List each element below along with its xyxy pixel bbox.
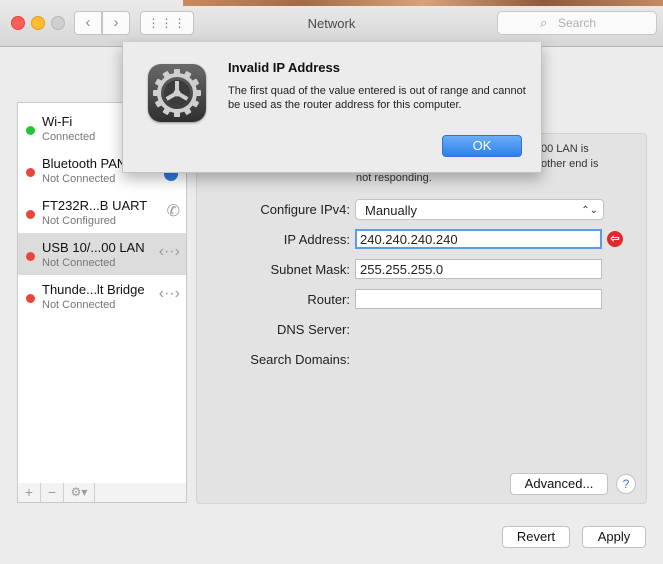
configure-ipv4-value: Manually (365, 203, 418, 218)
gear-menu-button[interactable]: ⚙▾ (64, 483, 95, 502)
service-name: USB 10/...00 LAN (42, 240, 145, 255)
status-dot-connected (26, 126, 35, 135)
status-dot-disconnected (26, 210, 35, 219)
subnet-mask-label: Subnet Mask: (270, 262, 351, 277)
search-placeholder: Search (558, 16, 597, 30)
status-text-line1: 00 LAN is (541, 143, 589, 155)
search-icon: ⌕ (540, 15, 548, 30)
updown-arrows-icon: ⌃⌄ (581, 205, 598, 216)
ethernet-arrows-icon: ‹··› (158, 285, 180, 302)
status-dot-disconnected (26, 168, 35, 177)
remove-service-button[interactable]: − (41, 483, 64, 502)
subnet-mask-value: 255.255.255.0 (360, 262, 444, 277)
search-field[interactable]: ⌕ Search (497, 11, 657, 35)
service-status: Not Connected (42, 257, 116, 269)
service-item-thunderbolt-bridge[interactable]: Thunde...lt Bridge Not Connected ‹··› (18, 275, 186, 317)
dialog-message: The first quad of the value entered is o… (228, 85, 526, 111)
help-button[interactable]: ? (616, 474, 636, 494)
status-text-line2: other end is (541, 158, 599, 170)
service-status: Connected (42, 131, 96, 143)
ethernet-arrows-icon: ‹··› (158, 243, 180, 260)
service-name: Thunde...lt Bridge (42, 282, 145, 297)
ip-address-field[interactable]: 240.240.240.240 (355, 229, 602, 249)
configure-ipv4-select[interactable]: Manually ⌃⌄ (355, 199, 604, 220)
router-field[interactable] (355, 289, 602, 309)
ip-address-value: 240.240.240.240 (360, 232, 458, 247)
router-label: Router: (307, 292, 350, 307)
add-service-button[interactable]: + (18, 483, 41, 502)
dialog-title: Invalid IP Address (228, 60, 340, 75)
apply-button[interactable]: Apply (582, 526, 646, 548)
desktop-wallpaper-strip (183, 0, 663, 6)
service-status: Not Configured (42, 215, 116, 227)
error-arrow-icon: ⇦ (607, 231, 623, 247)
alert-dialog: Invalid IP Address The first quad of the… (122, 42, 542, 173)
service-status: Not Connected (42, 299, 116, 311)
service-name: Wi-Fi (42, 114, 73, 129)
phone-modem-icon: ✆ (166, 203, 180, 220)
title-bar: ‹ › ⋮⋮⋮ Network ⌕ Search (0, 0, 663, 47)
service-config-panel (196, 133, 647, 504)
status-dot-disconnected (26, 252, 35, 261)
advanced-button[interactable]: Advanced... (510, 473, 608, 495)
dns-server-label: DNS Server: (277, 322, 350, 337)
configure-ipv4-label: Configure IPv4: (260, 202, 350, 217)
service-item-usb-lan[interactable]: USB 10/...00 LAN Not Connected ‹··› (18, 233, 186, 275)
ok-button[interactable]: OK (442, 135, 522, 157)
search-domains-label: Search Domains: (250, 352, 350, 367)
service-list-toolbar: + − ⚙▾ (17, 483, 187, 503)
ip-address-label: IP Address: (283, 232, 350, 247)
subnet-mask-field[interactable]: 255.255.255.0 (355, 259, 602, 279)
status-text-line3: not responding. (356, 172, 432, 184)
service-item-ft232r-uart[interactable]: FT232R...B UART Not Configured ✆ (18, 191, 186, 233)
service-name: FT232R...B UART (42, 198, 148, 213)
status-dot-disconnected (26, 294, 35, 303)
service-name: Bluetooth PAN (42, 156, 127, 171)
system-preferences-gear-icon (148, 64, 206, 122)
service-status: Not Connected (42, 173, 116, 185)
revert-button[interactable]: Revert (502, 526, 570, 548)
